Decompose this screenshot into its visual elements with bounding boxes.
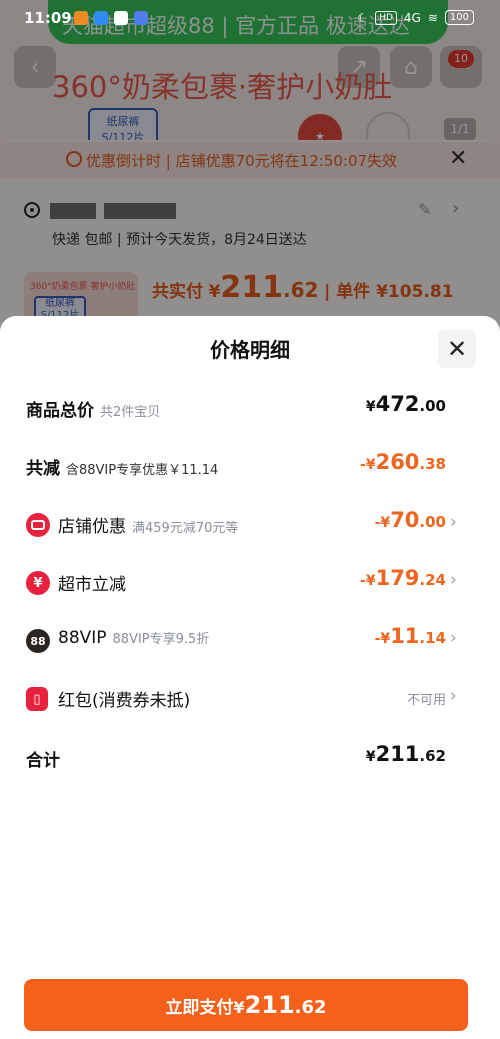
- hd-icon: HD: [375, 10, 397, 25]
- chevron-right-icon: ›: [450, 512, 457, 532]
- total-reduction-row: 共减 含88VIP专享优惠￥11.14 -¥260.38: [0, 446, 500, 486]
- pay-button-label: 立即支付: [165, 998, 234, 1018]
- red-packet-row[interactable]: ▯ 红包(消费券未抵) 不可用 ›: [0, 678, 500, 718]
- battery-icon: 100: [444, 10, 474, 25]
- goods-count-note: 共2件宝贝: [100, 405, 161, 420]
- reduction-note: 含88VIP专享优惠￥11.14: [66, 463, 219, 478]
- notification-icons: [74, 11, 148, 25]
- pay-now-button[interactable]: 立即支付¥211.62: [24, 979, 468, 1031]
- vip-discount-row[interactable]: 88 88VIP 88VIP专享9.5折 -¥11.14 ›: [0, 620, 500, 660]
- chevron-right-icon: ›: [450, 686, 457, 706]
- store-discount-amount: -¥70.00: [374, 508, 446, 532]
- store-discount-note: 满459元减70元等: [132, 521, 239, 536]
- vip-note: 88VIP专享9.5折: [112, 632, 210, 647]
- app-notification-icon: [114, 11, 128, 25]
- reduction-amount: -¥260.38: [360, 450, 446, 474]
- sheet-title: 价格明细: [210, 338, 290, 362]
- store-discount-label: 店铺优惠 满459元减70元等: [58, 517, 239, 537]
- wifi-icon: ≋: [427, 10, 438, 25]
- red-packet-status: 不可用: [406, 693, 446, 708]
- vip-label: 88VIP 88VIP专享9.5折: [58, 628, 210, 648]
- sum-row: 合计 ¥211.62: [0, 738, 500, 778]
- store-discount-row[interactable]: 店铺优惠 满459元减70元等 -¥70.00 ›: [0, 504, 500, 544]
- yen-coupon-icon: ¥: [26, 571, 50, 595]
- vip-88-icon: 88: [26, 629, 50, 653]
- red-packet-label: 红包(消费券未抵): [58, 691, 191, 711]
- goods-total-label: 商品总价 共2件宝贝: [26, 401, 161, 421]
- supermarket-discount-row[interactable]: ¥ 超市立减 -¥179.24 ›: [0, 562, 500, 602]
- status-right: ☾ HD 4G ≋ 100: [357, 10, 474, 25]
- chevron-right-icon: ›: [450, 628, 457, 648]
- goods-total-row: 商品总价 共2件宝贝 ¥472.00: [0, 388, 500, 428]
- status-time: 11:09: [24, 9, 72, 27]
- chevron-right-icon: ›: [450, 570, 457, 590]
- supermarket-label: 超市立减: [58, 575, 126, 595]
- app-notification-icon: [74, 11, 88, 25]
- reduction-label: 共减 含88VIP专享优惠￥11.14: [26, 459, 219, 479]
- close-button[interactable]: ✕: [438, 330, 476, 368]
- vip-amount: -¥11.14: [374, 624, 446, 648]
- goods-total-amount: ¥472.00: [365, 392, 446, 416]
- app-notification-icon: [134, 11, 148, 25]
- status-bar: 11:09 ☾ HD 4G ≋ 100: [0, 0, 500, 36]
- sum-amount: ¥211.62: [365, 742, 446, 766]
- app-notification-icon: [94, 11, 108, 25]
- close-icon: ✕: [446, 335, 468, 363]
- sum-label: 合计: [26, 751, 60, 771]
- supermarket-amount: -¥179.24: [360, 566, 446, 590]
- moon-icon: ☾: [357, 10, 369, 25]
- network-label: 4G: [403, 10, 421, 25]
- store-icon: [26, 513, 50, 537]
- red-packet-icon: ▯: [26, 687, 48, 711]
- modal-overlay[interactable]: [0, 0, 500, 340]
